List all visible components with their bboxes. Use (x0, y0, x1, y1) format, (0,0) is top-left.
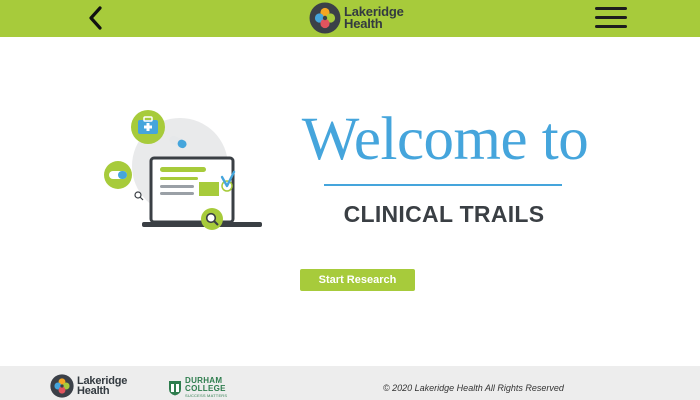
menu-button[interactable] (595, 7, 627, 29)
hamburger-menu-icon (595, 7, 627, 10)
page-subtitle: CLINICAL TRAILS (343, 201, 545, 227)
footer-brand-name: Lakeridge Health (77, 376, 127, 397)
durham-college-logo[interactable]: DURHAM COLLEGE SUCCESS MATTERS (168, 377, 227, 398)
copyright-text: © 2020 Lakeridge Health All Rights Reser… (383, 383, 564, 393)
start-research-button[interactable]: Start Research (300, 269, 415, 291)
laptop-medical-research-icon (104, 110, 262, 230)
welcome-title: Welcome to (301, 106, 589, 173)
chevron-left-icon (89, 6, 102, 30)
brand-name: Lakeridge Health (344, 5, 404, 31)
durham-college-name: DURHAM COLLEGE SUCCESS MATTERS (185, 377, 228, 399)
footer-lakeridge-logo[interactable]: Lakeridge Health (50, 374, 127, 398)
shield-icon (169, 380, 181, 395)
college-tagline: SUCCESS MATTERS (185, 393, 228, 398)
header-logo[interactable]: Lakeridge Health (309, 2, 404, 34)
footer-brand-line2: Health (77, 385, 110, 397)
title-divider (324, 184, 562, 186)
back-button[interactable] (84, 4, 108, 32)
lakeridge-logo-icon (50, 374, 74, 398)
page-footer: Lakeridge Health DURHAM COLLEGE SUCCESS … (0, 366, 700, 400)
lakeridge-logo-icon (309, 2, 341, 34)
brand-line2: Health (344, 16, 383, 31)
hero-illustration (100, 106, 270, 236)
hamburger-line (595, 16, 627, 19)
app-header: Lakeridge Health (0, 0, 700, 37)
hamburger-line (595, 25, 627, 28)
college-line2: COLLEGE (185, 384, 226, 393)
